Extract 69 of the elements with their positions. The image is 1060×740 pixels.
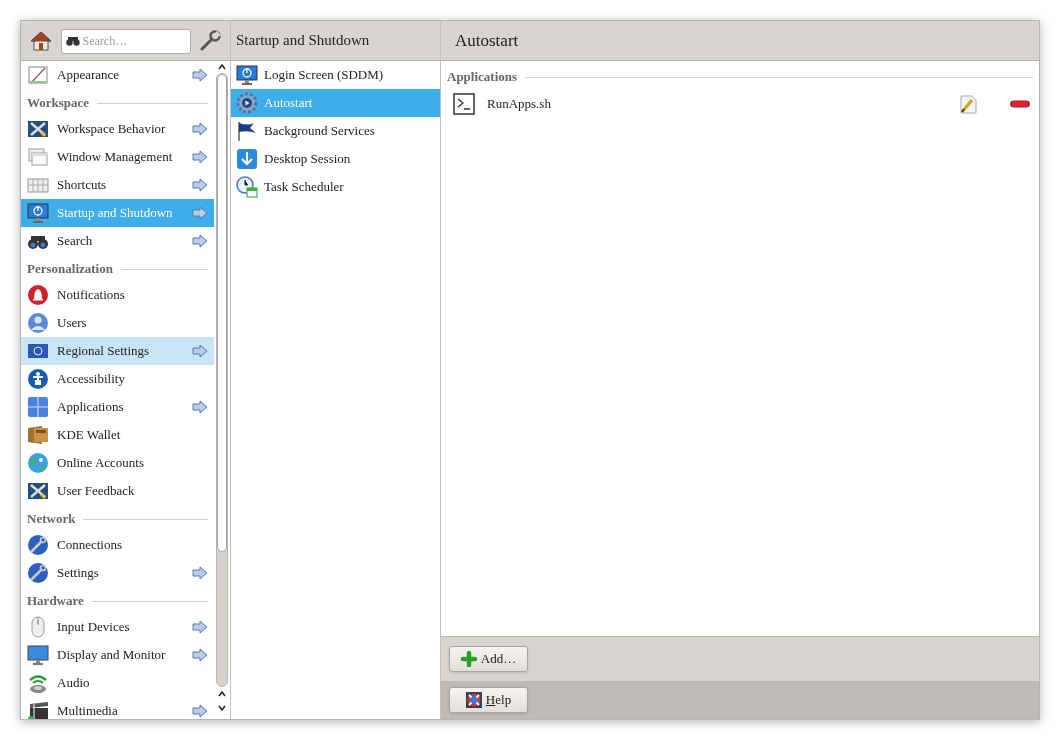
sidebar-item[interactable]: Connections [21, 531, 215, 559]
tools-icon [27, 480, 49, 502]
sidebar-item[interactable]: Appearance [21, 61, 215, 89]
speaker-icon [27, 672, 49, 694]
category-item[interactable]: Desktop Session [231, 145, 440, 173]
flag-icon [236, 120, 258, 142]
pen-frame-icon [27, 64, 49, 86]
add-button[interactable]: Add… [449, 646, 528, 672]
sidebar-item[interactable]: Workspace Behavior [21, 115, 215, 143]
section-header: Hardware [27, 592, 84, 611]
sidebar-item[interactable]: Window Management [21, 143, 215, 171]
sidebar-item[interactable]: Shortcuts [21, 171, 215, 199]
globe-icon [27, 452, 49, 474]
category-item[interactable]: Task Scheduler [231, 173, 440, 201]
wallet-icon [27, 424, 49, 446]
sidebar-item[interactable]: Online Accounts [21, 449, 215, 477]
monitor-icon [27, 644, 49, 666]
user-icon [27, 312, 49, 334]
panel-title: Startup and Shutdown [236, 31, 370, 51]
section-header: Workspace [27, 94, 90, 113]
entry-name: RunApps.sh [487, 95, 551, 114]
clock-calendar-icon [236, 176, 258, 198]
grid-icon [27, 396, 49, 418]
binoculars-icon [65, 36, 80, 46]
sidebar-item[interactable]: Multimedia [21, 697, 215, 719]
home-icon [29, 29, 52, 52]
sidebar-item[interactable]: Regional Settings [21, 337, 215, 365]
scrollbar[interactable] [216, 73, 229, 687]
section-header: Personalization [27, 260, 113, 279]
bell-icon [27, 284, 49, 306]
scrollbar-thumb[interactable] [217, 74, 228, 552]
category-item[interactable]: Login Screen (SDDM) [231, 61, 440, 89]
monitor-power-icon [27, 202, 49, 224]
tools-icon [27, 118, 49, 140]
gear-icon [236, 92, 258, 114]
wrench-globe-icon [27, 534, 49, 556]
sidebar-item[interactable]: Accessibility [21, 365, 215, 393]
windows-icon [27, 146, 49, 168]
sidebar-item[interactable]: KDE Wallet [21, 421, 215, 449]
edit-button[interactable] [957, 93, 979, 115]
accessibility-icon [27, 368, 49, 390]
sidebar-item[interactable]: Input Devices [21, 613, 215, 641]
pencil-document-icon [958, 94, 978, 114]
settings-button[interactable] [198, 28, 222, 53]
monitor-power-icon [236, 64, 258, 86]
help-button[interactable]: Help [449, 687, 528, 713]
sidebar-item[interactable]: Applications [21, 393, 215, 421]
download-icon [236, 148, 258, 170]
sidebar-item[interactable]: Search [21, 227, 215, 255]
minus-icon [1010, 100, 1030, 108]
section-header: Network [27, 510, 76, 529]
sidebar-item[interactable]: Users [21, 309, 215, 337]
sidebar-item[interactable]: Display and Monitor [21, 641, 215, 669]
sidebar-item[interactable]: Notifications [21, 281, 215, 309]
wrench-globe-icon [27, 562, 49, 584]
category-item[interactable]: Background Services [231, 117, 440, 145]
page-title: Autostart [455, 29, 519, 52]
scroll-up-icon[interactable] [217, 62, 228, 72]
sidebar-item[interactable]: Settings [21, 559, 215, 587]
terminal-icon [453, 93, 475, 115]
section-header: Applications [447, 68, 518, 87]
sidebar-item[interactable]: Audio [21, 669, 215, 697]
sidebar-item[interactable]: User Feedback [21, 477, 215, 505]
wrench-icon [199, 29, 222, 52]
plus-icon [460, 651, 477, 667]
lifebuoy-icon [465, 692, 482, 708]
scroll-up-icon[interactable] [217, 689, 228, 699]
scroll-down-icon[interactable] [217, 703, 228, 713]
search-field[interactable]: Search… [60, 29, 191, 54]
